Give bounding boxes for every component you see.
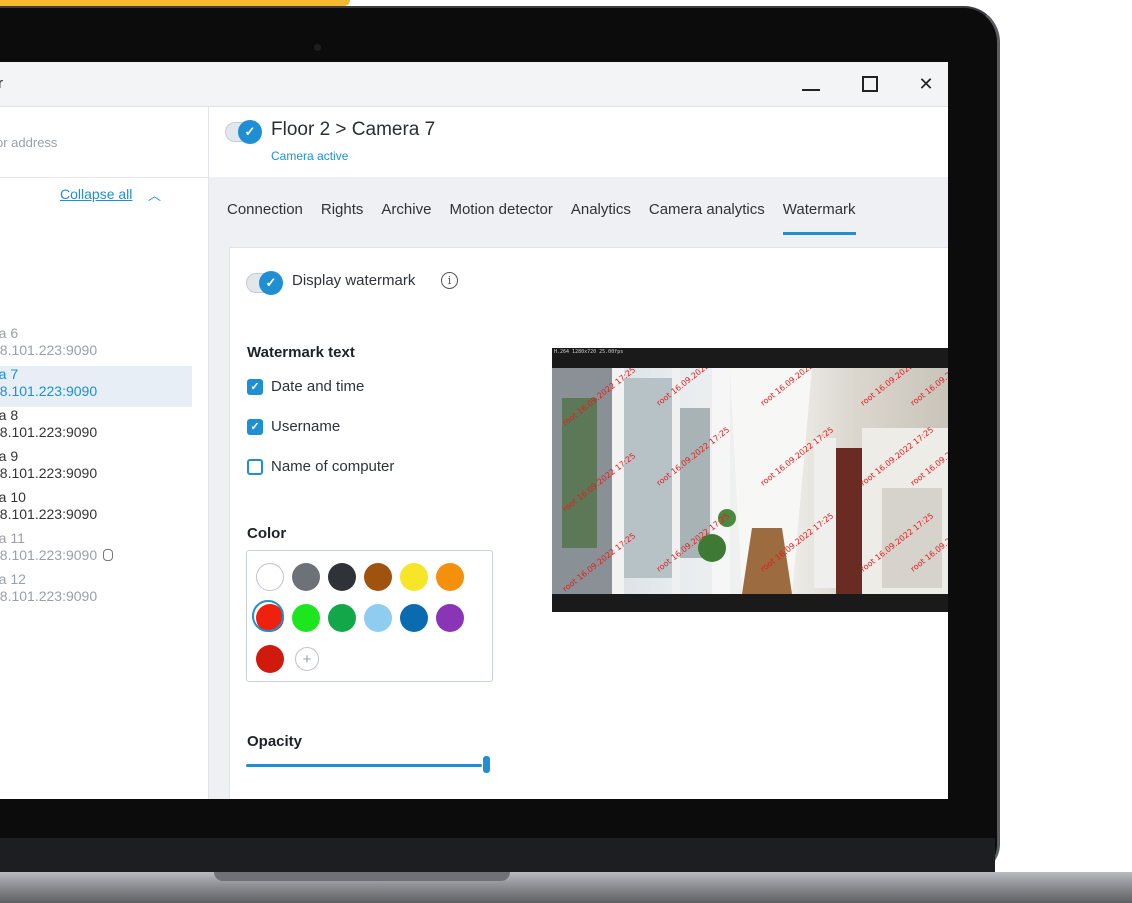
color-swatch[interactable] bbox=[436, 563, 464, 591]
info-icon[interactable]: i bbox=[441, 272, 458, 289]
sidebar-divider bbox=[0, 177, 208, 178]
watermark-option-row[interactable]: ✓ Date and time bbox=[247, 378, 364, 395]
camera-name: ra 6 bbox=[0, 325, 19, 341]
watermark-panel: ✓ Display watermark i Watermark text ✓ Da… bbox=[229, 247, 948, 799]
display-watermark-toggle[interactable]: ✓ bbox=[246, 271, 283, 295]
collapse-all-link[interactable]: Collapse all bbox=[60, 186, 132, 202]
preview-image: root 16.09.2022 17:25 root 16.09.2022 17:… bbox=[552, 368, 948, 594]
camera-name: ra 8 bbox=[0, 407, 19, 423]
opacity-heading: Opacity bbox=[247, 733, 303, 750]
maximize-icon bbox=[862, 76, 878, 92]
maximize-button[interactable] bbox=[856, 70, 884, 98]
color-swatch[interactable] bbox=[400, 604, 428, 632]
tab-camera-analytics[interactable]: Camera analytics bbox=[649, 201, 765, 235]
watermark-text-heading: Watermark text bbox=[247, 344, 355, 361]
watermark-option-row[interactable]: Name of computer bbox=[247, 458, 394, 475]
tab-analytics[interactable]: Analytics bbox=[571, 201, 631, 235]
tab-archive[interactable]: Archive bbox=[381, 201, 431, 235]
office-scene bbox=[552, 368, 948, 594]
microphone-icon bbox=[103, 549, 114, 561]
watermark-option-label: Name of computer bbox=[271, 458, 395, 475]
minimize-icon bbox=[802, 89, 820, 91]
camera-status: Camera active bbox=[271, 149, 349, 163]
color-swatch[interactable] bbox=[252, 600, 284, 632]
camera-address: 58.101.223:9090 bbox=[0, 588, 98, 604]
camera-title: Floor 2 > Camera 7 bbox=[271, 119, 436, 140]
camera-list-item[interactable]: ra 758.101.223:9090 bbox=[0, 366, 192, 407]
camera-header: ✓ Floor 2 > Camera 7 Camera active bbox=[209, 107, 948, 177]
camera-address: 58.101.223:9090 bbox=[0, 506, 98, 522]
camera-list-item[interactable]: ra 858.101.223:9090 bbox=[0, 407, 192, 448]
laptop-base bbox=[0, 872, 1132, 903]
watermark-option-checkbox[interactable] bbox=[247, 458, 263, 475]
watermark-option-checkbox[interactable]: ✓ bbox=[247, 378, 263, 395]
tab-connection[interactable]: Connection bbox=[227, 201, 303, 235]
camera-settings-area: ✓ Floor 2 > Camera 7 Camera active Conne… bbox=[209, 107, 948, 799]
watermark-option-row[interactable]: ✓ Username bbox=[247, 418, 340, 435]
display-watermark-label: Display watermark bbox=[292, 272, 416, 289]
settings-tabs: Connection Rights Archive Motion detector An… bbox=[227, 201, 874, 235]
camera-preview: H.264 1280x720 25.00fps root 16.09.2022 … bbox=[552, 348, 948, 612]
color-heading: Color bbox=[247, 525, 287, 542]
color-swatch[interactable] bbox=[256, 563, 284, 591]
color-swatch[interactable] bbox=[328, 604, 356, 632]
camera-address: 58.101.223:9090 bbox=[0, 547, 192, 564]
camera-list: ra 658.101.223:9090ra 758.101.223:9090ra… bbox=[0, 325, 192, 612]
webcam-dot bbox=[314, 44, 321, 51]
color-swatch[interactable] bbox=[364, 563, 392, 591]
color-swatch[interactable] bbox=[292, 563, 320, 591]
laptop-notch bbox=[214, 872, 510, 881]
tab-watermark[interactable]: Watermark bbox=[782, 201, 856, 235]
close-icon: ✕ bbox=[918, 73, 934, 94]
app-title: r bbox=[0, 75, 3, 92]
camera-list-item[interactable]: ra 1058.101.223:9090 bbox=[0, 489, 192, 530]
chevron-up-icon[interactable]: ︿ bbox=[148, 185, 161, 204]
camera-address: 58.101.223:9090 bbox=[0, 424, 98, 440]
camera-list-item[interactable]: ra 1258.101.223:9090 bbox=[0, 571, 192, 612]
color-swatch[interactable] bbox=[364, 604, 392, 632]
color-swatch[interactable] bbox=[400, 563, 428, 591]
color-swatch[interactable] bbox=[328, 563, 356, 591]
app-window: r ✕ or address Collapse all ︿ ra 658.101… bbox=[0, 62, 948, 799]
camera-name: ra 7 bbox=[0, 366, 19, 382]
camera-list-item[interactable]: ra 658.101.223:9090 bbox=[0, 325, 192, 366]
watermark-option-label: Date and time bbox=[271, 378, 365, 395]
color-palette: + bbox=[246, 550, 493, 682]
minimize-button[interactable] bbox=[797, 70, 825, 98]
preview-osd: H.264 1280x720 25.00fps bbox=[554, 349, 624, 355]
camera-search-input[interactable]: or address bbox=[0, 135, 57, 150]
camera-address: 58.101.223:9090 bbox=[0, 383, 98, 399]
laptop-hinge bbox=[0, 838, 995, 872]
camera-sidebar: or address Collapse all ︿ ra 658.101.223… bbox=[0, 107, 209, 799]
camera-enable-toggle[interactable]: ✓ bbox=[225, 120, 262, 144]
check-icon: ✓ bbox=[238, 120, 262, 144]
camera-name: ra 12 bbox=[0, 571, 26, 587]
camera-address: 58.101.223:9090 bbox=[0, 465, 98, 481]
opacity-slider-thumb[interactable] bbox=[483, 756, 490, 773]
laptop-bezel bbox=[0, 800, 995, 836]
close-button[interactable]: ✕ bbox=[912, 70, 940, 98]
camera-name: ra 9 bbox=[0, 448, 19, 464]
opacity-slider-track[interactable] bbox=[246, 764, 482, 767]
camera-list-item[interactable]: ra 1158.101.223:9090 bbox=[0, 530, 192, 571]
tab-motion-detector[interactable]: Motion detector bbox=[449, 201, 552, 235]
plus-icon[interactable]: + bbox=[295, 647, 319, 671]
camera-list-item[interactable]: ra 958.101.223:9090 bbox=[0, 448, 192, 489]
color-swatch[interactable] bbox=[256, 645, 284, 673]
color-swatch[interactable] bbox=[436, 604, 464, 632]
camera-name: ra 10 bbox=[0, 489, 26, 505]
watermark-option-checkbox[interactable]: ✓ bbox=[247, 418, 263, 435]
camera-address: 58.101.223:9090 bbox=[0, 342, 98, 358]
title-bar: r ✕ bbox=[0, 62, 948, 107]
tab-rights[interactable]: Rights bbox=[321, 201, 364, 235]
watermark-option-label: Username bbox=[271, 418, 341, 435]
camera-name: ra 11 bbox=[0, 530, 25, 546]
color-swatch[interactable] bbox=[292, 604, 320, 632]
check-icon: ✓ bbox=[259, 271, 283, 295]
